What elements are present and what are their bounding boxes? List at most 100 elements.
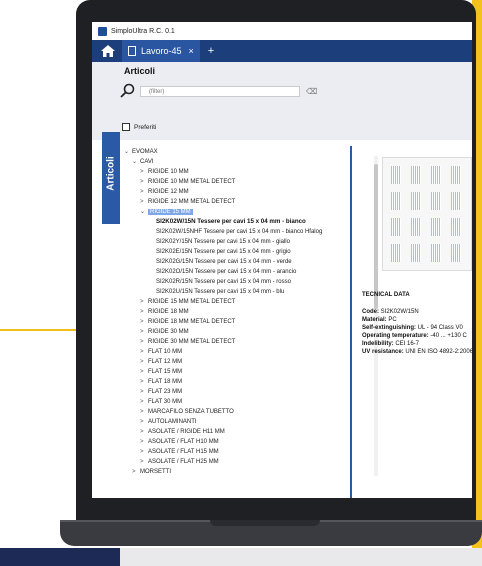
tree-caret-icon[interactable]: > <box>140 398 148 406</box>
marker-strip <box>451 244 461 262</box>
tree-item[interactable]: SI2K02G/15N Tessere per cavi 15 x 04 mm … <box>148 258 292 266</box>
tree-caret-icon[interactable]: > <box>140 168 148 176</box>
tree-caret-icon[interactable]: > <box>140 178 148 186</box>
technical-key: Code: <box>362 309 379 315</box>
tree-caret-icon[interactable]: > <box>140 428 148 436</box>
tree-item[interactable]: > ASOLATE / FLAT H15 MM <box>140 448 219 456</box>
marker-strip <box>411 218 421 236</box>
tree-item[interactable]: > ASOLATE / RIGIDE H11 MM <box>140 428 225 436</box>
technical-key: Indelibility: <box>362 341 394 347</box>
tree-item[interactable]: > RIGIDE 10 MM METAL DETECT <box>140 178 235 186</box>
product-preview <box>362 152 472 277</box>
technical-value: UL - 94 Class V0 <box>417 325 463 331</box>
side-tab-articoli[interactable]: Articoli <box>102 132 120 224</box>
search-icon[interactable] <box>120 83 136 99</box>
tree-caret-icon[interactable]: > <box>140 438 148 446</box>
clear-filter-icon[interactable]: ⌫ <box>306 87 317 97</box>
product-image <box>382 157 472 271</box>
tree-item[interactable]: > RIGIDE 15 MM METAL DETECT <box>140 298 235 306</box>
technical-line: UV resistance: UNI EN ISO 4892-2:2006 <box>362 348 472 356</box>
tree-item[interactable]: SI2K02W/15N Tessere per cavi 15 x 04 mm … <box>148 218 306 226</box>
tree-caret-icon[interactable]: > <box>140 408 148 416</box>
tree-caret-icon[interactable]: > <box>140 318 148 326</box>
tree-item-label: ASOLATE / FLAT H10 MM <box>148 439 219 445</box>
tree-item[interactable]: > AUTOLAMINANTI <box>140 418 197 426</box>
tab-lavoro[interactable]: Lavoro-45 × <box>122 40 200 62</box>
app-window: SimploUltra R.C. 0.1 Lavoro-45 × + Artic… <box>92 22 472 498</box>
tree-caret-icon[interactable]: > <box>132 468 140 476</box>
tree-item-label: RIGIDE 10 MM <box>148 169 189 175</box>
marker-strip <box>451 166 461 184</box>
tree-item[interactable]: ⌄ RIGIDE 15 MM <box>140 208 193 216</box>
favorites-toggle[interactable]: Preferiti <box>122 123 156 131</box>
tree-item[interactable]: > FLAT 10 MM <box>140 348 182 356</box>
tab-close-icon[interactable]: × <box>189 46 194 56</box>
tree-item[interactable]: > RIGIDE 10 MM <box>140 168 189 176</box>
tab-bar: Lavoro-45 × + <box>92 40 472 62</box>
tree-item-label: SI2K02W/15N Tessere per cavi 15 x 04 mm … <box>156 218 306 225</box>
tree-caret-icon[interactable]: > <box>140 418 148 426</box>
tree-item-label: MARCAFILO SENZA TUBETTO <box>148 409 234 415</box>
marker-strip <box>431 166 441 184</box>
search-input[interactable]: (filter) <box>140 86 300 97</box>
tree-item[interactable]: SI2K02U/15N Tessere per cavi 15 x 04 mm … <box>148 288 284 296</box>
tree-item[interactable]: > RIGIDE 30 MM <box>140 328 189 336</box>
tree-item-label: RIGIDE 18 MM <box>148 309 189 315</box>
tree-item[interactable]: ⌄ CAVI <box>132 158 154 166</box>
panel-divider[interactable] <box>350 146 352 498</box>
tree-caret-icon[interactable]: > <box>140 338 148 346</box>
tree-item[interactable]: > MORSETTI <box>132 468 171 476</box>
tree-item[interactable]: > RIGIDE 12 MM METAL DETECT <box>140 198 235 206</box>
favorites-checkbox[interactable] <box>122 123 130 131</box>
tree-item[interactable]: SI2K02E/15N Tessere per cavi 15 x 04 mm … <box>148 248 291 256</box>
tree-caret-icon[interactable]: > <box>140 328 148 336</box>
tree-caret-icon[interactable]: > <box>140 188 148 196</box>
tree-caret-icon[interactable]: > <box>140 458 148 466</box>
tree-caret-icon[interactable]: > <box>140 358 148 366</box>
tree-caret-icon[interactable]: ⌄ <box>124 148 132 156</box>
marker-strip <box>431 218 441 236</box>
tab-label: Lavoro-45 <box>141 46 182 56</box>
home-icon[interactable] <box>100 44 116 58</box>
add-tab-button[interactable]: + <box>208 45 214 57</box>
tree-item[interactable]: > FLAT 15 MM <box>140 368 182 376</box>
tree-item[interactable]: > FLAT 23 MM <box>140 388 182 396</box>
tree-item[interactable]: > ASOLATE / FLAT H25 MM <box>140 458 219 466</box>
tree-item-label: RIGIDE 30 MM METAL DETECT <box>148 339 236 345</box>
technical-value: UNI EN ISO 4892-2:2006 <box>405 349 472 355</box>
tree-item[interactable]: > FLAT 18 MM <box>140 378 182 386</box>
tree-item[interactable]: > RIGIDE 12 MM <box>140 188 189 196</box>
tree-item-label: ASOLATE / FLAT H25 MM <box>148 459 219 465</box>
tree-item[interactable]: > FLAT 12 MM <box>140 358 182 366</box>
tree-caret-icon[interactable]: > <box>140 308 148 316</box>
tree-caret-icon[interactable]: > <box>140 368 148 376</box>
tree-caret-icon[interactable]: ⌄ <box>140 208 148 216</box>
technical-key: Operating temperature: <box>362 333 429 339</box>
tree-caret-icon[interactable]: > <box>140 448 148 456</box>
tree-item[interactable]: SI2K02Y/15N Tessere per cavi 15 x 04 mm … <box>148 238 290 246</box>
tree-caret-icon[interactable]: > <box>140 378 148 386</box>
technical-key: Self-extinguishing: <box>362 325 416 331</box>
tree-item[interactable]: > FLAT 30 MM <box>140 398 182 406</box>
tree-item-label: EVOMAX <box>132 149 158 155</box>
tree-item[interactable]: SI2K02O/15N Tessere per cavi 15 x 04 mm … <box>148 268 296 276</box>
document-icon <box>128 46 136 56</box>
tree-item[interactable]: > MARCAFILO SENZA TUBETTO <box>140 408 234 416</box>
tree-item-label: FLAT 23 MM <box>148 389 183 395</box>
tree-item[interactable]: SI2K02W/15NHF Tessere per cavi 15 x 04 m… <box>148 228 322 236</box>
tree-caret-icon[interactable]: > <box>140 348 148 356</box>
tree-caret-icon[interactable]: > <box>140 198 148 206</box>
tree-item[interactable]: SI2K02R/15N Tessere per cavi 15 x 04 mm … <box>148 278 291 286</box>
tree-caret-icon[interactable]: ⌄ <box>132 158 140 166</box>
tree-caret-icon[interactable]: > <box>140 388 148 396</box>
laptop-base <box>60 520 482 546</box>
tree-item[interactable]: > RIGIDE 30 MM METAL DETECT <box>140 338 235 346</box>
tree-caret-icon[interactable]: > <box>140 298 148 306</box>
tree-item[interactable]: > RIGIDE 18 MM METAL DETECT <box>140 318 235 326</box>
tree-item[interactable]: > ASOLATE / FLAT H10 MM <box>140 438 219 446</box>
title-bar: SimploUltra R.C. 0.1 <box>92 22 472 40</box>
tree-item-label: SI2K02W/15NHF Tessere per cavi 15 x 04 m… <box>156 229 323 235</box>
technical-value: -40 ... +130 C <box>430 333 467 339</box>
tree-item[interactable]: ⌄ EVOMAX <box>124 148 158 156</box>
tree-item[interactable]: > RIGIDE 18 MM <box>140 308 189 316</box>
